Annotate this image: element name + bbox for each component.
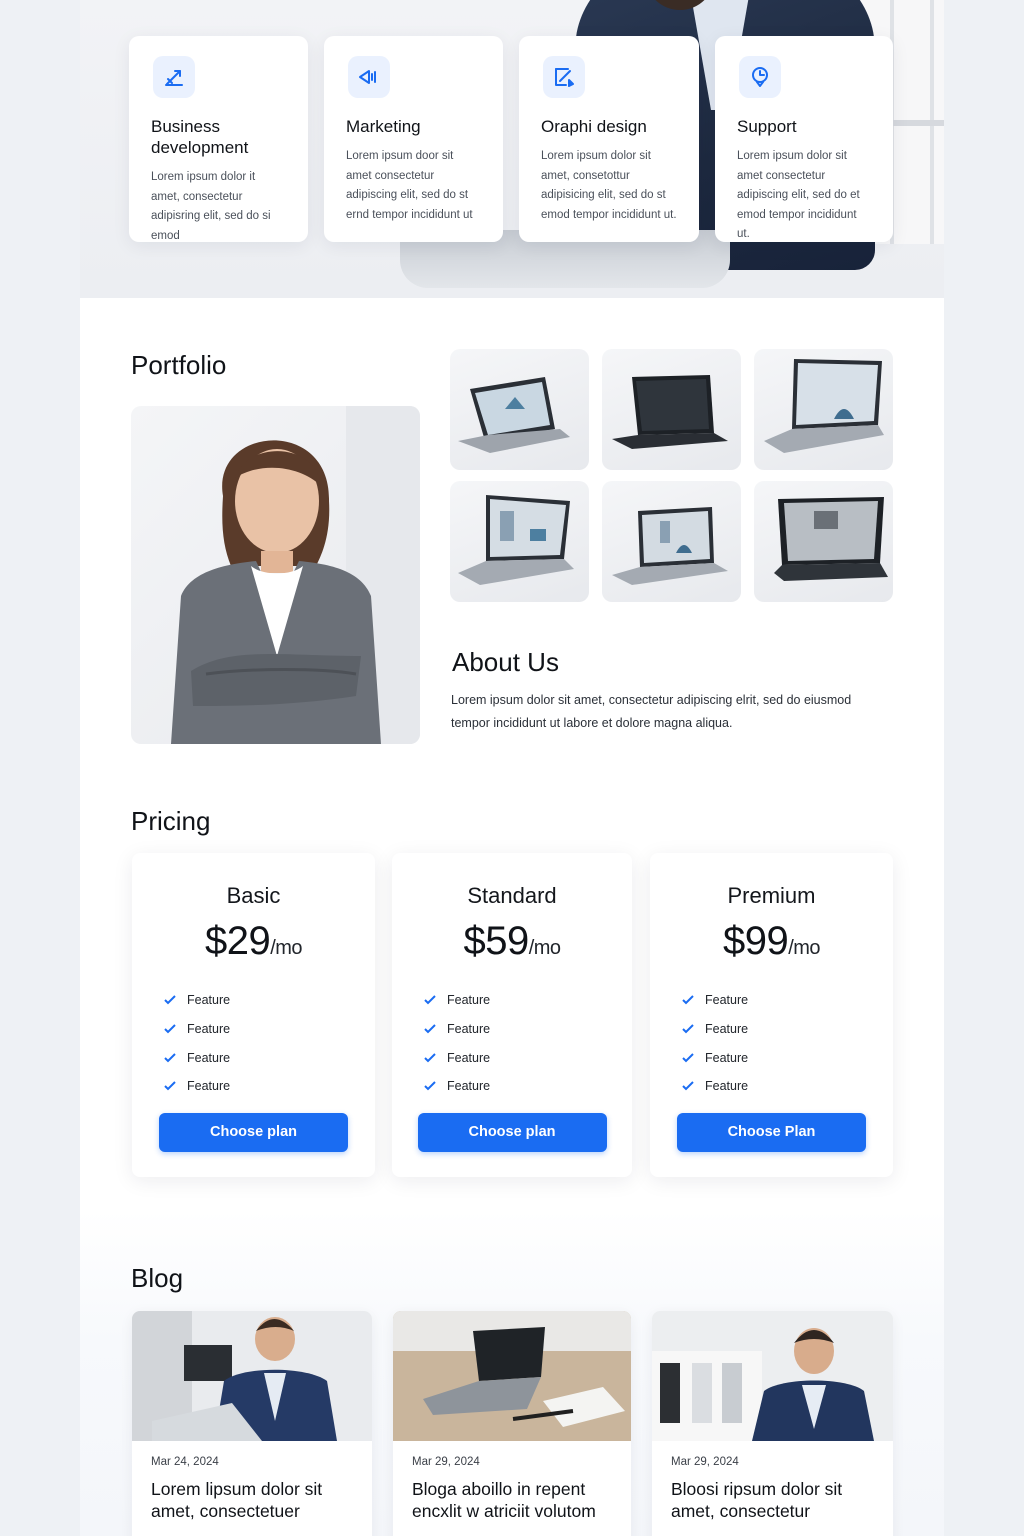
check-icon xyxy=(682,1081,694,1091)
check-icon xyxy=(164,1081,176,1091)
blog-title[interactable]: Bloosi ripsum dolor sit amet, consectetu… xyxy=(671,1478,879,1522)
service-card-business[interactable]: Business development Lorem ipsum dolor i… xyxy=(129,36,308,242)
chart-growth-icon xyxy=(153,56,195,98)
feature-item: Feature xyxy=(163,986,375,1015)
service-description: Lorem ipsum dolor sit amet consectetur a… xyxy=(737,150,860,240)
feature-label: Feature xyxy=(705,1050,749,1065)
pricing-card-basic: Basic $29/mo Feature Feature Feature Fea… xyxy=(132,853,375,1177)
price-period: /mo xyxy=(788,937,821,959)
price-amount: $59 xyxy=(463,919,529,963)
check-icon xyxy=(164,995,176,1005)
plan-name: Standard xyxy=(467,883,557,908)
check-icon xyxy=(682,1024,694,1034)
check-icon xyxy=(682,1053,694,1063)
price-period: /mo xyxy=(528,937,561,959)
price-period: /mo xyxy=(270,937,303,959)
feature-list: Feature Feature Feature Feature xyxy=(423,986,632,1101)
feature-list: Feature Feature Feature Feature xyxy=(163,986,375,1101)
choose-plan-button-basic[interactable]: Choose plan xyxy=(159,1112,348,1152)
design-pen-icon xyxy=(543,56,585,98)
portfolio-heading: Portfolio xyxy=(131,350,227,380)
service-title: Business development xyxy=(151,117,249,157)
feature-item: Feature xyxy=(163,1015,375,1044)
feature-label: Feature xyxy=(187,1050,231,1065)
service-card-support[interactable]: Support Lorem ipsum dolor sit amet conse… xyxy=(715,36,893,242)
blog-date: Mar 29, 2024 xyxy=(671,1456,739,1468)
blog-title[interactable]: Lorem lipsum dolor sit amet, consectetue… xyxy=(151,1478,358,1522)
blog-card[interactable]: Mar 29, 2024 Bloga aboillo in repent enc… xyxy=(393,1311,631,1536)
feature-label: Feature xyxy=(705,1022,749,1037)
feature-item: Feature xyxy=(423,1072,632,1101)
hero-section: Business development Lorem ipsum dolor i… xyxy=(80,0,944,298)
portfolio-portrait-image xyxy=(131,406,420,744)
service-card-marketing[interactable]: Marketing Lorem ipsum door sit amet cons… xyxy=(324,36,503,242)
pricing-heading: Pricing xyxy=(131,806,211,836)
price-amount: $99 xyxy=(722,919,789,963)
plan-price: $29/mo xyxy=(132,919,375,964)
choose-plan-button-premium[interactable]: Choose Plan xyxy=(677,1112,866,1152)
feature-item: Feature xyxy=(681,1015,893,1044)
pricing-card-premium: Premium $99/mo Feature Feature Feature F… xyxy=(650,853,893,1177)
megaphone-icon xyxy=(348,56,390,98)
check-icon xyxy=(424,1053,436,1063)
blog-card[interactable]: Mar 29, 2024 Bloosi ripsum dolor sit ame… xyxy=(652,1311,893,1536)
portfolio-thumbnail[interactable] xyxy=(754,481,893,602)
feature-label: Feature xyxy=(187,1022,231,1037)
service-title: Support xyxy=(737,117,797,136)
feature-label: Feature xyxy=(447,993,491,1008)
blog-heading: Blog xyxy=(131,1263,184,1293)
feature-item: Feature xyxy=(163,1043,375,1072)
feature-label: Feature xyxy=(187,1079,231,1094)
check-icon xyxy=(164,1053,176,1063)
plan-price: $99/mo xyxy=(650,919,893,964)
blog-image xyxy=(132,1311,372,1441)
plan-name: Basic xyxy=(226,883,281,908)
about-text: Lorem ipsum dolor sit amet, consectetur … xyxy=(451,693,852,730)
plan-name: Premium xyxy=(727,883,816,908)
blog-date: Mar 29, 2024 xyxy=(412,1456,480,1468)
feature-label: Feature xyxy=(447,1050,491,1065)
feature-list: Feature Feature Feature Feature xyxy=(681,986,893,1101)
feature-label: Feature xyxy=(187,993,231,1008)
blog-card[interactable]: Mar 24, 2024 Lorem lipsum dolor sit amet… xyxy=(132,1311,372,1536)
about-heading: About Us xyxy=(452,647,559,677)
check-icon xyxy=(682,995,694,1005)
portfolio-thumbnail[interactable] xyxy=(450,349,589,470)
landing-page: Business development Lorem ipsum dolor i… xyxy=(80,0,944,1536)
blog-image xyxy=(652,1311,893,1441)
check-icon xyxy=(164,1024,176,1034)
feature-label: Feature xyxy=(447,1079,491,1094)
feature-item: Feature xyxy=(681,1072,893,1101)
feature-label: Feature xyxy=(705,993,749,1008)
portfolio-thumbnail[interactable] xyxy=(754,349,893,470)
portfolio-thumbnail[interactable] xyxy=(602,481,741,602)
portfolio-thumbnail[interactable] xyxy=(602,349,741,470)
support-pin-icon xyxy=(739,56,781,98)
service-card-design[interactable]: Oraphi design Lorem ipsum dolor sit amet… xyxy=(519,36,699,242)
feature-item: Feature xyxy=(163,1072,375,1101)
choose-plan-button-standard[interactable]: Choose plan xyxy=(417,1112,607,1152)
service-title: Oraphi design xyxy=(541,117,647,136)
feature-item: Feature xyxy=(681,986,893,1015)
check-icon xyxy=(424,995,436,1005)
plan-price: $59/mo xyxy=(392,919,632,964)
portfolio-thumbnail[interactable] xyxy=(450,481,589,602)
pricing-card-standard: Standard $59/mo Feature Feature Feature … xyxy=(392,853,632,1177)
check-icon xyxy=(424,1024,436,1034)
feature-item: Feature xyxy=(423,1043,632,1072)
blog-date: Mar 24, 2024 xyxy=(151,1456,219,1468)
service-title: Marketing xyxy=(346,117,421,136)
feature-item: Feature xyxy=(681,1043,893,1072)
blog-title[interactable]: Bloga aboillo in repent encxlit w atrici… xyxy=(412,1478,617,1522)
feature-item: Feature xyxy=(423,986,632,1015)
blog-image xyxy=(393,1311,631,1441)
feature-label: Feature xyxy=(705,1079,749,1094)
feature-item: Feature xyxy=(423,1015,632,1044)
price-amount: $29 xyxy=(204,919,271,963)
service-description: Lorem ipsum dolor sit amet, consetottur … xyxy=(541,150,677,221)
check-icon xyxy=(424,1081,436,1091)
service-description: Lorem ipsum dolor it amet, consectetur a… xyxy=(151,171,271,242)
service-description: Lorem ipsum door sit amet consectetur ad… xyxy=(346,150,473,221)
feature-label: Feature xyxy=(447,1022,491,1037)
